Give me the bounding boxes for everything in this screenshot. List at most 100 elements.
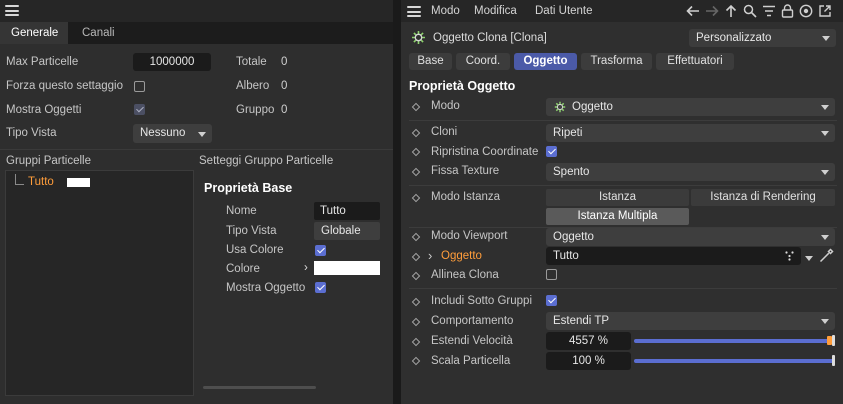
scala-particella-slider[interactable] (634, 359, 834, 363)
oggetto-link-field[interactable]: Tutto (546, 247, 801, 265)
cloner-icon (412, 31, 425, 44)
menu-icon[interactable] (407, 6, 421, 17)
tree-line (15, 184, 24, 185)
keyframe-diamond-icon[interactable] (411, 271, 421, 281)
group-item-tutto[interactable]: Tutto (28, 176, 54, 188)
keyframe-diamond-icon[interactable] (411, 147, 421, 157)
search-icon[interactable] (743, 4, 757, 18)
modo-viewport-dropdown[interactable]: Oggetto (546, 228, 835, 246)
allinea-checkbox[interactable] (546, 269, 557, 280)
max-particelle-input[interactable]: 1000000 (133, 53, 211, 71)
slider-handle[interactable] (832, 355, 835, 366)
keyframe-diamond-icon[interactable] (411, 102, 421, 112)
particle-group-panel: Generale Canali Max Particelle 1000000 F… (0, 0, 393, 404)
chevron-right-icon[interactable]: › (304, 262, 308, 274)
filter-icon[interactable] (762, 4, 776, 18)
keyframe-diamond-icon[interactable] (411, 337, 421, 347)
divider (409, 185, 837, 186)
tab-effettuatori[interactable]: Effettuatori (656, 53, 734, 70)
horizontal-scrollbar[interactable] (203, 386, 316, 389)
menu-modifica[interactable]: Modifica (474, 5, 517, 17)
modo-label: Modo (431, 100, 460, 112)
preset-dropdown[interactable]: Personalizzato (689, 29, 836, 47)
gruppo-label: Gruppo (236, 104, 275, 116)
albero-label: Albero (236, 80, 270, 92)
tab-oggetto[interactable]: Oggetto (514, 53, 577, 70)
chevron-down-icon (198, 131, 206, 137)
new-window-icon[interactable] (818, 4, 832, 18)
istanza-option[interactable]: Istanza (546, 189, 689, 206)
cloni-dropdown[interactable]: Ripeti (546, 124, 835, 142)
nome-label: Nome (226, 205, 257, 217)
oggetto-link-value: Tutto (553, 250, 579, 262)
mostra-oggetto-checkbox[interactable] (315, 282, 326, 293)
chevron-down-icon (821, 319, 829, 324)
scala-particella-input[interactable]: 100 % (546, 352, 631, 370)
oggetto-label: Oggetto (441, 250, 482, 262)
tipo-vista-dropdown[interactable]: Nessuno (133, 124, 212, 143)
usa-colore-checkbox[interactable] (315, 245, 326, 256)
arrow-up-icon[interactable] (724, 4, 738, 18)
section-title: Proprietà Oggetto (409, 79, 516, 93)
modo-dropdown[interactable]: Oggetto (546, 98, 835, 116)
istanza-rendering-option[interactable]: Istanza di Rendering (691, 189, 835, 206)
fissa-texture-dropdown[interactable]: Spento (546, 163, 835, 181)
arrow-right-icon[interactable] (704, 4, 720, 18)
keyframe-diamond-icon[interactable] (411, 193, 421, 203)
max-particelle-label: Max Particelle (6, 56, 79, 68)
divider (0, 149, 393, 150)
proprieta-base-heading: Proprietà Base (204, 181, 293, 195)
divider (409, 288, 837, 289)
mostra-oggetti-checkbox[interactable] (134, 104, 145, 115)
slider-handle[interactable] (832, 335, 835, 346)
chevron-down-icon (821, 170, 829, 175)
link-dots-icon[interactable] (785, 251, 794, 261)
fissa-texture-value: Spento (553, 166, 590, 178)
eyedropper-icon[interactable] (819, 248, 834, 263)
settings-tipo-vista-dropdown[interactable]: Globale (314, 222, 380, 240)
target-icon[interactable] (799, 4, 813, 18)
modo-viewport-value: Oggetto (553, 231, 594, 243)
estendi-velocita-input[interactable]: 4557 % (546, 332, 631, 350)
keyframe-diamond-icon[interactable] (411, 128, 421, 138)
group-color-swatch (67, 178, 90, 187)
tab-canali[interactable]: Canali (82, 27, 115, 39)
forza-checkbox[interactable] (134, 81, 145, 92)
lock-icon[interactable] (781, 4, 794, 18)
fissa-texture-label: Fissa Texture (431, 165, 500, 177)
divider (409, 120, 837, 121)
mostra-oggetto-label: Mostra Oggetto (226, 282, 306, 294)
estendi-velocita-slider[interactable] (634, 339, 834, 343)
modo-value: Oggetto (572, 101, 613, 113)
tab-generale-label: Generale (11, 27, 59, 39)
keyframe-diamond-icon[interactable] (411, 167, 421, 177)
keyframe-diamond-icon[interactable] (411, 232, 421, 242)
ripristina-checkbox[interactable] (546, 146, 557, 157)
tab-generale[interactable]: Generale (0, 22, 68, 44)
colore-swatch[interactable] (314, 261, 380, 275)
chevron-right-icon[interactable]: › (428, 248, 432, 263)
keyframe-diamond-icon[interactable] (411, 297, 421, 307)
comportamento-dropdown[interactable]: Estendi TP (546, 312, 835, 330)
tab-coord[interactable]: Coord. (456, 53, 510, 70)
chevron-down-icon (821, 105, 829, 110)
includi-label: Includi Sotto Gruppi (431, 295, 533, 307)
chevron-down-icon[interactable] (805, 256, 813, 261)
keyframe-diamond-icon[interactable] (411, 252, 421, 262)
keyframe-diamond-icon[interactable] (411, 317, 421, 327)
tab-base[interactable]: Base (409, 53, 452, 70)
keyframe-diamond-icon[interactable] (411, 356, 421, 366)
preset-value: Personalizzato (696, 32, 772, 44)
istanza-multipla-option[interactable]: Istanza Multipla (546, 208, 689, 225)
includi-checkbox[interactable] (546, 295, 557, 306)
menu-dati-utente[interactable]: Dati Utente (535, 5, 593, 17)
arrow-left-icon[interactable] (685, 4, 701, 18)
menu-icon[interactable] (5, 5, 19, 16)
tab-trasforma[interactable]: Trasforma (581, 53, 652, 70)
chevron-down-icon (821, 235, 829, 240)
totale-value: 0 (281, 56, 288, 68)
menu-modo[interactable]: Modo (431, 5, 460, 17)
colore-label: Colore (226, 263, 260, 275)
usa-colore-label: Usa Colore (226, 244, 284, 256)
nome-input[interactable]: Tutto (314, 202, 380, 220)
